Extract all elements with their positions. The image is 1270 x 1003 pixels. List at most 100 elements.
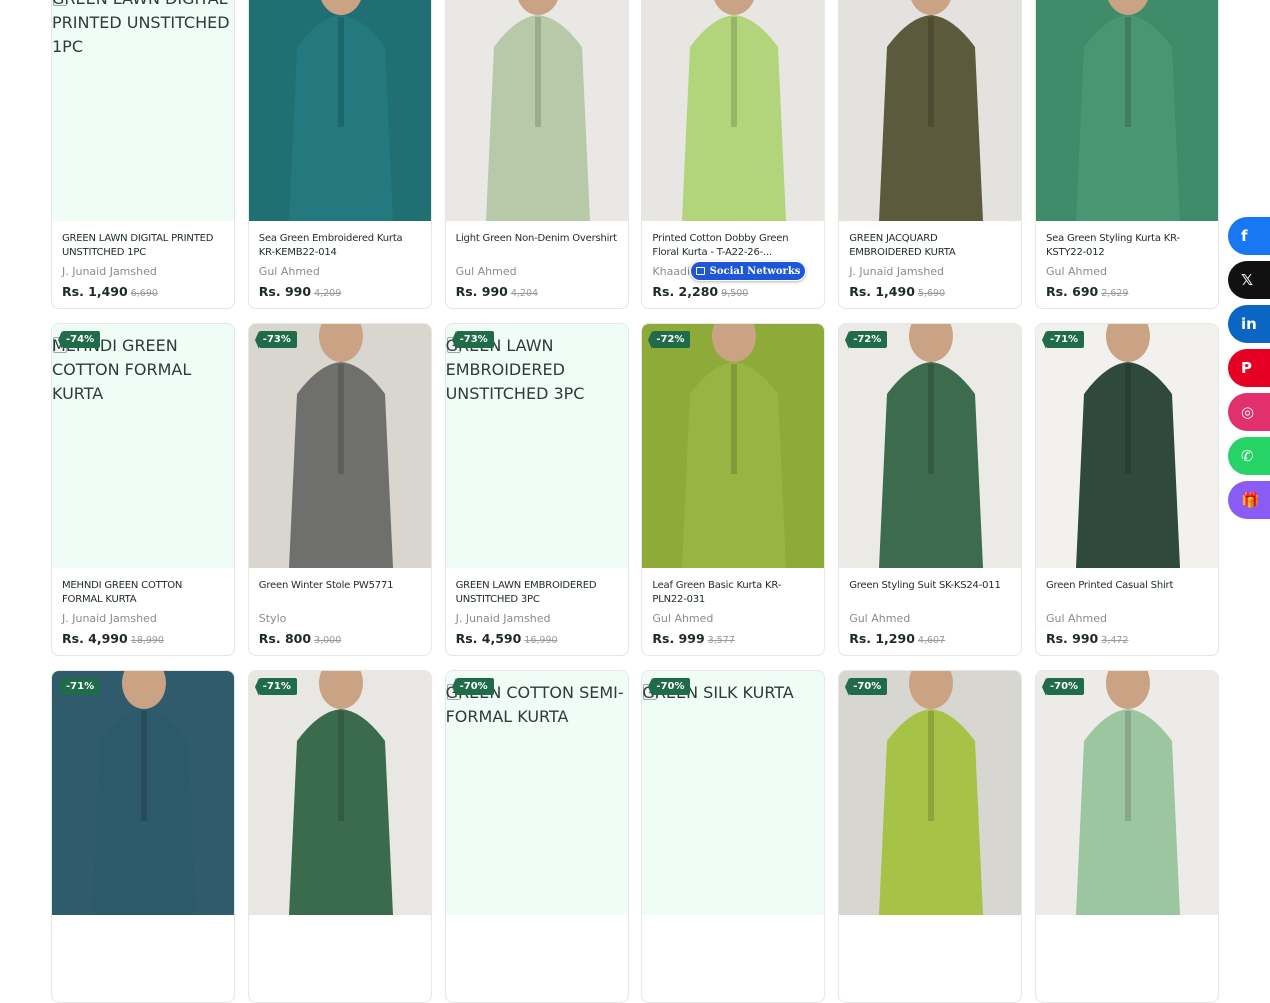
sale-price: Rs. 2,280 <box>652 284 719 299</box>
product-image[interactable] <box>248 0 431 221</box>
product-title[interactable]: Sea Green Styling Kurta KR-KSTY22-012 <box>1046 232 1208 260</box>
product-image[interactable]: -71% <box>248 671 431 915</box>
product-info: Light Green Non-Denim Overshirt Gul Ahmed… <box>446 221 628 299</box>
product-title[interactable]: Printed Cotton Dobby Green Floral Kurta … <box>652 232 814 260</box>
product-title[interactable]: GREEN LAWN DIGITAL PRINTED UNSTITCHED 1P… <box>62 232 224 260</box>
product-title[interactable]: GREEN LAWN EMBROIDERED UNSTITCHED 3PC <box>456 579 618 607</box>
product-card[interactable]: MEHNDI GREEN COTTON FORMAL KURTA -74% MEHN… <box>51 323 235 656</box>
original-price: 5,690 <box>917 288 946 299</box>
product-title[interactable]: Sea Green Embroidered Kurta KR-KEMB22-01… <box>259 232 421 260</box>
product-card[interactable]: Light Green Non-Denim Overshirt Gul Ahmed… <box>444 0 629 309</box>
original-price: 16,990 <box>524 635 558 646</box>
product-image[interactable]: -72% <box>642 324 825 568</box>
discount-badge: -70% <box>845 678 888 696</box>
product-brand <box>456 959 618 974</box>
product-card[interactable]: GREEN COTTON SEMI-FORMAL KURTA -70% <box>444 670 629 1003</box>
product-image[interactable]: -71% <box>52 671 234 915</box>
product-title[interactable] <box>259 926 421 954</box>
share-button-facebook[interactable]: f <box>1228 217 1270 255</box>
product-card[interactable]: -71% <box>247 670 432 1003</box>
product-card[interactable]: GREEN SILK KURTA -70% <box>641 670 826 1003</box>
product-title[interactable]: Green Styling Suit SK-KS24-011 <box>849 579 1011 607</box>
product-title[interactable]: Green Winter Stole PW5771 <box>259 579 421 607</box>
price-row: Rs. 4,990 18,990 <box>62 631 224 646</box>
sale-price: Rs. 4,990 <box>62 631 128 646</box>
product-brand: J. Junaid Jamshed <box>62 265 157 278</box>
product-title[interactable] <box>62 926 224 954</box>
sale-price: Rs. 990 <box>455 284 508 299</box>
price-row: Rs. 990 4,204 <box>456 284 618 299</box>
product-image[interactable]: -70% <box>1035 671 1218 915</box>
product-card[interactable]: Sea Green Embroidered Kurta KR-KEMB22-01… <box>247 0 432 309</box>
product-image[interactable]: -72% <box>839 324 1022 568</box>
product-brand: Gul Ahmed <box>1045 265 1107 278</box>
product-card[interactable]: GREEN LAWN EMBROIDERED UNSTITCHED 3PC -73… <box>444 323 629 656</box>
product-brand: J. Junaid Jamshed <box>849 265 945 278</box>
garment-photo <box>682 0 787 221</box>
sale-price: Rs. 999 <box>652 631 705 646</box>
share-button-x-twitter[interactable]: 𝕏 <box>1228 261 1270 299</box>
discount-badge: -70% <box>648 678 691 696</box>
product-card[interactable]: GREEN LAWN DIGITAL PRINTED UNSTITCHED 1P… <box>51 0 235 309</box>
product-image[interactable]: GREEN LAWN DIGITAL PRINTED UNSTITCHED 1P… <box>52 0 234 221</box>
product-card[interactable]: -72% Leaf Green Basic Kurta KR-PLN22-031 G… <box>641 323 826 656</box>
share-button-whatsapp[interactable]: ✆ <box>1228 437 1270 475</box>
product-card[interactable]: -73% Green Winter Stole PW5771 Stylo Rs. 80… <box>247 323 432 656</box>
sale-price: Rs. 800 <box>258 631 312 646</box>
product-image[interactable]: GREEN LAWN EMBROIDERED UNSTITCHED 3PC -73… <box>445 324 628 568</box>
product-image[interactable] <box>839 0 1022 221</box>
discount-badge: -73% <box>254 331 297 349</box>
sale-price: Rs. 690 <box>1045 284 1099 299</box>
product-image[interactable]: MEHNDI GREEN COTTON FORMAL KURTA -74% <box>52 324 234 568</box>
product-image[interactable]: -71% <box>1035 324 1218 568</box>
product-card[interactable]: -72% Green Styling Suit SK-KS24-011 Gul Ah… <box>838 323 1023 656</box>
garment-photo <box>1075 324 1180 568</box>
product-image[interactable] <box>445 0 628 221</box>
original-price: 4,204 <box>510 288 539 299</box>
product-title[interactable]: Light Green Non-Denim Overshirt <box>456 232 618 260</box>
product-title[interactable] <box>652 926 814 954</box>
product-title[interactable] <box>456 926 618 954</box>
product-card[interactable]: Sea Green Styling Kurta KR-KSTY22-012 Gul… <box>1034 0 1219 309</box>
share-button-instagram[interactable]: ◎ <box>1228 393 1270 431</box>
product-card[interactable]: GREEN JACQUARD EMBROIDERED KURTA J. Junai… <box>838 0 1023 309</box>
product-info: Sea Green Embroidered Kurta KR-KEMB22-01… <box>249 221 431 299</box>
product-card[interactable]: -70% <box>838 670 1023 1003</box>
share-button-linkedin[interactable]: in <box>1228 305 1270 343</box>
product-brand <box>849 959 1011 974</box>
product-card[interactable]: -70% <box>1034 670 1219 1003</box>
discount-badge: -70% <box>1041 678 1085 696</box>
share-button-pinterest[interactable]: P <box>1228 349 1270 387</box>
product-image[interactable]: GREEN COTTON SEMI-FORMAL KURTA -70% <box>445 671 628 915</box>
product-image[interactable]: -70% <box>839 671 1022 915</box>
product-image[interactable]: GREEN SILK KURTA -70% <box>642 671 825 915</box>
social-networks-badge[interactable]: Social Networks <box>690 261 806 281</box>
garment-photo <box>879 324 984 568</box>
product-grid: GREEN LAWN DIGITAL PRINTED UNSTITCHED 1P… <box>51 0 1219 1003</box>
product-info <box>446 915 628 978</box>
product-brand: Gul Ahmed <box>652 612 714 625</box>
product-title[interactable]: GREEN JACQUARD EMBROIDERED KURTA <box>849 232 1011 260</box>
price-row: Rs. 1,490 5,690 <box>849 284 1011 299</box>
price-row: Rs. 999 3,577 <box>652 631 814 646</box>
product-brand <box>652 959 814 974</box>
product-info: GREEN JACQUARD EMBROIDERED KURTA J. Junai… <box>839 221 1021 299</box>
product-card[interactable]: -71% Green Printed Casual Shirt Gul Ahmed R… <box>1034 323 1219 656</box>
product-image[interactable] <box>642 0 825 221</box>
product-image[interactable]: -73% <box>248 324 431 568</box>
original-price: 3,472 <box>1101 635 1129 646</box>
product-title[interactable]: Leaf Green Basic Kurta KR-PLN22-031 <box>652 579 814 607</box>
facebook-icon: f <box>1241 227 1248 245</box>
price-row: Rs. 990 3,472 <box>1046 631 1208 646</box>
price-row: Rs. 1,290 4,607 <box>849 631 1011 646</box>
share-button-gift[interactable]: 🎁 <box>1228 481 1270 519</box>
product-image[interactable] <box>1035 0 1218 221</box>
product-card[interactable]: -71% <box>51 670 235 1003</box>
product-title[interactable] <box>849 926 1011 954</box>
pinterest-icon: P <box>1241 359 1252 377</box>
product-title[interactable]: MEHNDI GREEN COTTON FORMAL KURTA <box>62 579 224 607</box>
product-brand <box>1046 959 1208 974</box>
sale-price: Rs. 990 <box>258 284 312 299</box>
product-title[interactable] <box>1046 926 1208 954</box>
product-title[interactable]: Green Printed Casual Shirt <box>1046 579 1208 607</box>
